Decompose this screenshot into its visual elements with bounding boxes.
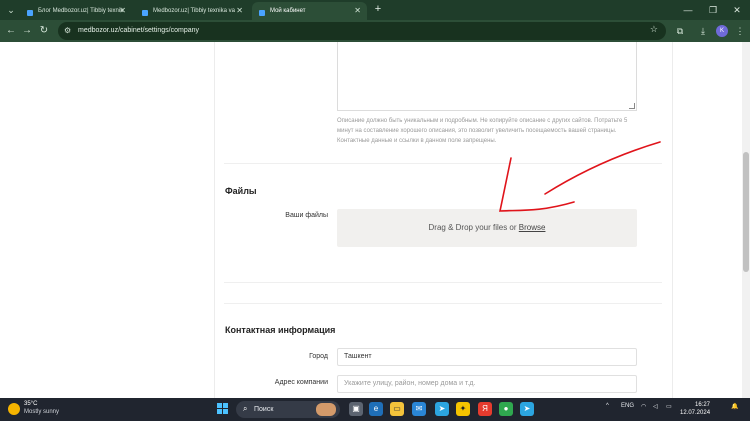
mail-icon[interactable]: ✉	[412, 402, 426, 416]
city-label: Город	[309, 353, 328, 360]
telegram-notify-icon[interactable]: ➤	[520, 402, 534, 416]
site-info-icon[interactable]: ⚙	[64, 26, 74, 36]
browser-toolbar: ← → ↻ ⚙ medbozor.uz/cabinet/settings/com…	[0, 20, 750, 42]
section-divider	[224, 282, 662, 283]
task-view-icon[interactable]: ▣	[349, 402, 363, 416]
site-favicon-icon	[258, 7, 266, 16]
search-icon: ⌕	[243, 404, 248, 413]
volume-icon[interactable]: ◁	[653, 403, 658, 410]
file-explorer-icon[interactable]: ▭	[390, 402, 404, 416]
notifications-icon[interactable]: 🔔	[731, 403, 738, 410]
new-tab-button[interactable]: +	[371, 2, 385, 16]
taskbar-search[interactable]: ⌕ Поиск	[236, 401, 340, 418]
weather-temp: 35°C	[24, 401, 38, 407]
site-favicon-icon	[141, 7, 149, 16]
address-label: Адрес компании	[274, 379, 328, 386]
clock-date: 12.07.2024	[680, 410, 711, 416]
page-scrollbar[interactable]	[742, 42, 750, 398]
tab-search-icon[interactable]: ⌄	[4, 3, 18, 17]
system-clock[interactable]: 16:27 12.07.2024	[680, 401, 710, 417]
search-highlight-icon	[316, 403, 336, 416]
resize-handle-icon[interactable]	[629, 103, 635, 109]
dropzone-text-wrap: Drag & Drop your files or Browse	[337, 209, 637, 247]
address-field[interactable]: Укажите улицу, район, номер дома и т.д.	[337, 375, 637, 393]
download-icon[interactable]: ⤓	[696, 24, 710, 38]
menu-kebab-icon[interactable]: ⋮	[733, 24, 747, 38]
browse-link[interactable]: Browse	[519, 223, 546, 232]
files-label: Ваши файлы	[285, 212, 328, 219]
edge-browser-icon[interactable]: e	[369, 402, 383, 416]
language-indicator[interactable]: ENG	[621, 403, 634, 409]
files-section-title: Файлы	[225, 186, 257, 196]
clock-time: 16:27	[694, 402, 710, 408]
app-icon[interactable]: ✦	[456, 402, 470, 416]
close-tab-icon[interactable]: ✕	[236, 2, 243, 20]
city-field[interactable]: Ташкент	[337, 348, 637, 366]
page-viewport: Описание должно быть уникальным и подроб…	[0, 42, 742, 398]
browser-tab-strip: ⌄ Блог Medbozor.uz| Tibbiy texnik ✕ Medb…	[0, 0, 750, 20]
address-bar[interactable]: ⚙ medbozor.uz/cabinet/settings/company ☆	[58, 22, 666, 40]
file-dropzone[interactable]: Drag & Drop your files or Browse	[337, 209, 637, 247]
search-placeholder: Поиск	[254, 406, 274, 413]
tab-label: Мой кабинет	[270, 8, 306, 14]
minimize-button[interactable]: —	[680, 2, 696, 18]
reload-button[interactable]: ↻	[37, 24, 51, 38]
close-tab-icon[interactable]: ✕	[119, 2, 126, 20]
wifi-icon[interactable]: ◠	[641, 403, 646, 410]
tab-cabinet[interactable]: Мой кабинет ✕	[252, 2, 367, 20]
profile-avatar[interactable]: K	[716, 25, 728, 37]
scrollbar-thumb[interactable]	[743, 152, 749, 272]
contact-section-title: Контактная информация	[225, 325, 336, 335]
tab-medbozor[interactable]: Medbozor.uz| Tibbiy texnika va ✕	[135, 2, 249, 20]
tab-label: Блог Medbozor.uz| Tibbiy texnik	[38, 8, 124, 14]
tab-label: Medbozor.uz| Tibbiy texnika va	[153, 8, 235, 14]
sun-icon	[8, 403, 20, 415]
bookmark-star-icon[interactable]: ☆	[650, 24, 658, 35]
yandex-browser-icon[interactable]: Я	[478, 402, 492, 416]
site-favicon-icon	[26, 7, 34, 16]
tray-chevron-icon[interactable]: ^	[606, 403, 609, 409]
close-window-button[interactable]: ✕	[729, 2, 745, 18]
url-text: medbozor.uz/cabinet/settings/company	[78, 27, 200, 34]
weather-condition: Mostly sunny	[24, 409, 60, 415]
windows-start-icon[interactable]	[217, 403, 229, 415]
forward-button[interactable]: →	[20, 24, 34, 38]
section-divider	[224, 303, 662, 304]
dropzone-text: Drag & Drop your files or	[428, 223, 517, 232]
description-textarea[interactable]	[337, 42, 637, 111]
description-hint: Описание должно быть уникальным и подроб…	[337, 118, 628, 144]
back-button[interactable]: ←	[4, 24, 18, 38]
windows-taskbar: 35°C Mostly sunny ⌕ Поиск ▣ e ▭ ✉ ➤ ✦ Я …	[0, 398, 750, 421]
tab-blog[interactable]: Блог Medbozor.uz| Tibbiy texnik ✕	[20, 2, 132, 20]
close-tab-icon[interactable]: ✕	[354, 2, 361, 20]
section-divider	[224, 163, 662, 164]
telegram-icon[interactable]: ➤	[435, 402, 449, 416]
chrome-icon[interactable]: ●	[499, 402, 513, 416]
restore-button[interactable]: ❐	[705, 2, 721, 18]
extensions-icon[interactable]: ⧉	[673, 24, 687, 38]
battery-icon[interactable]: ▭	[666, 403, 672, 410]
